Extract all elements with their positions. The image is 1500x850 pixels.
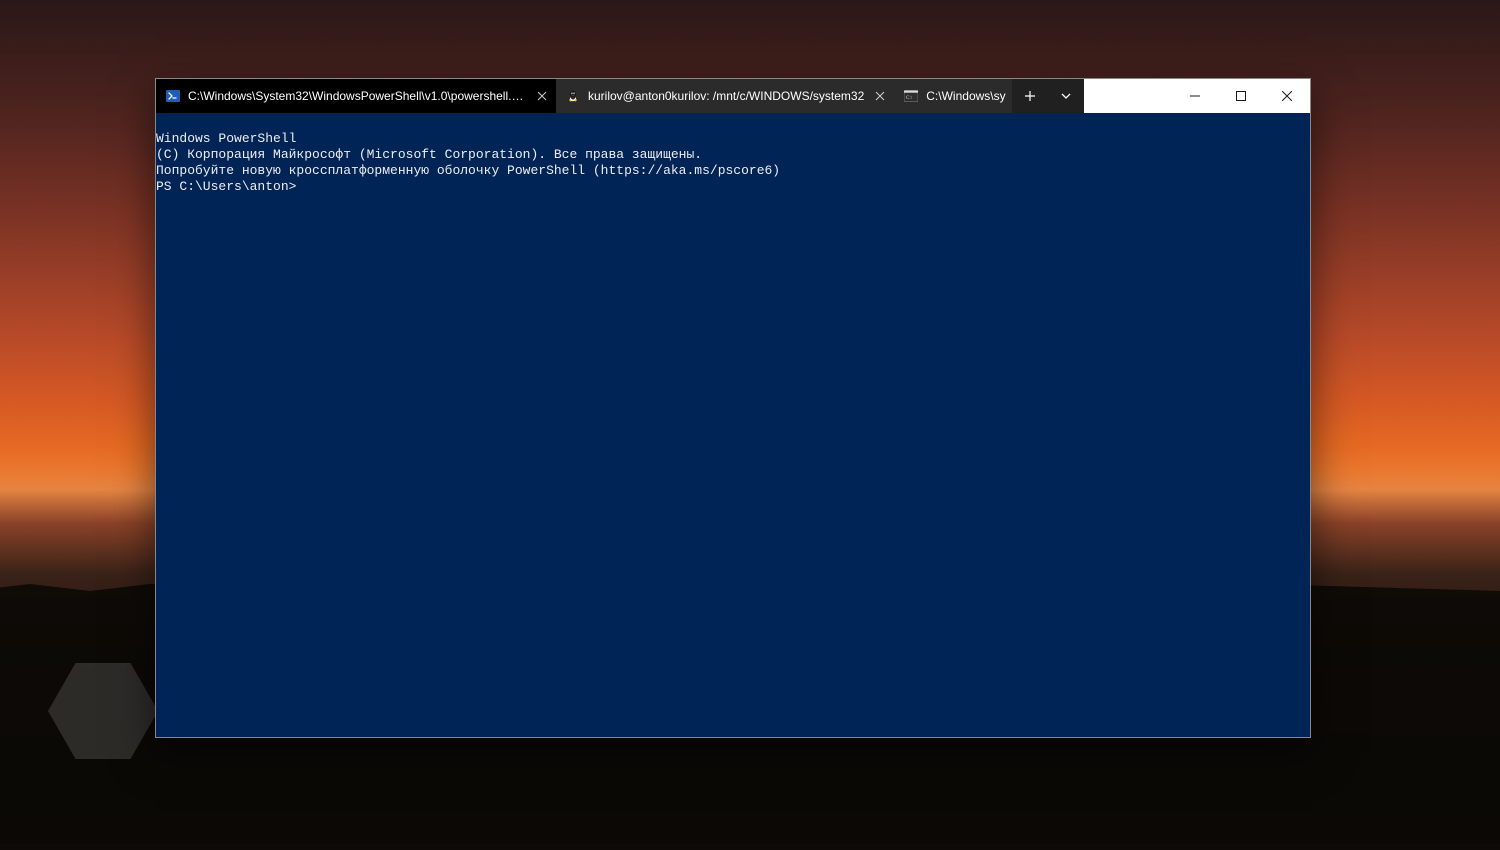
powershell-icon [166,89,180,103]
terminal-window: C:\Windows\System32\WindowsPowerShell\v1… [155,78,1311,738]
chevron-down-icon [1059,89,1073,103]
minimize-icon [1190,91,1200,101]
tab-dropdown-button[interactable] [1048,79,1084,113]
svg-text:C:\: C:\ [906,96,913,101]
console-line: Попробуйте новую кроссплатформенную обол… [156,163,1310,179]
tab-wsl[interactable]: kurilov@anton0kurilov: /mnt/c/WINDOWS/sy… [556,79,894,113]
tab-label: kurilov@anton0kurilov: /mnt/c/WINDOWS/sy… [588,89,864,103]
maximize-icon [1236,91,1246,101]
maximize-button[interactable] [1218,79,1264,113]
plus-icon [1023,89,1037,103]
linux-icon [566,89,580,103]
tab-close-button[interactable] [872,88,888,104]
cmd-icon: C:\ [904,89,918,103]
titlebar: C:\Windows\System32\WindowsPowerShell\v1… [156,79,1310,113]
minimize-button[interactable] [1172,79,1218,113]
tab-label: C:\Windows\sy [926,89,1005,103]
window-controls [1172,79,1310,113]
tab-strip: C:\Windows\System32\WindowsPowerShell\v1… [156,79,1084,113]
close-icon [1282,91,1292,101]
tab-label: C:\Windows\System32\WindowsPowerShell\v1… [188,89,526,103]
tab-close-button[interactable] [534,88,550,104]
tab-cmd[interactable]: C:\ C:\Windows\sy [894,79,1011,113]
close-button[interactable] [1264,79,1310,113]
console-line: (C) Корпорация Майкрософт (Microsoft Cor… [156,147,1310,163]
console-prompt: PS C:\Users\anton> [156,179,1310,195]
terminal-output[interactable]: Windows PowerShell(C) Корпорация Майкрос… [156,113,1310,737]
console-line: Windows PowerShell [156,131,1310,147]
new-tab-button[interactable] [1012,79,1048,113]
tab-powershell[interactable]: C:\Windows\System32\WindowsPowerShell\v1… [156,79,556,113]
